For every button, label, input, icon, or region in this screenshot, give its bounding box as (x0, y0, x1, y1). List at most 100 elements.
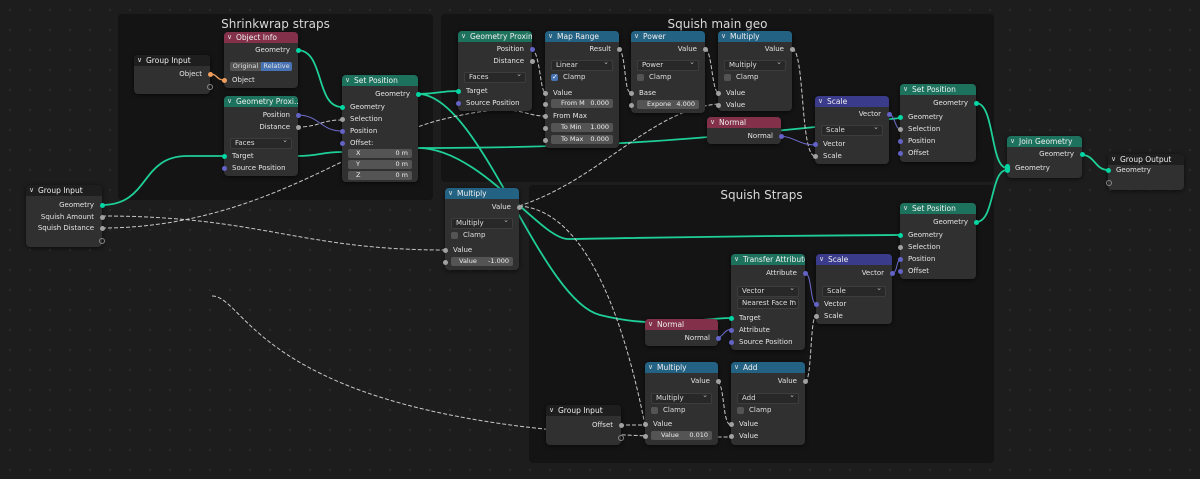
empty-socket[interactable] (98, 237, 105, 244)
operation-dropdown[interactable]: Multiply (651, 391, 712, 404)
operation-dropdown[interactable]: Scale (822, 284, 886, 297)
float-socket[interactable] (542, 90, 548, 96)
operation-dropdown[interactable]: Multiply (451, 216, 513, 229)
vector-socket[interactable] (897, 150, 903, 156)
operation-dropdown[interactable]: Multiply (724, 58, 786, 71)
clamp-checkbox[interactable]: Clamp (737, 406, 771, 415)
node-header[interactable]: Group Input (134, 55, 210, 66)
geometry-socket[interactable] (897, 114, 903, 120)
to-min-field[interactable]: To Min 1.000 (542, 123, 613, 132)
target-element-dropdown[interactable]: Faces (464, 70, 526, 83)
vector-socket[interactable] (339, 128, 345, 134)
vector-socket[interactable] (728, 339, 734, 345)
normal-node[interactable]: Normal Normal (645, 319, 721, 346)
interpolation-dropdown[interactable]: Linear (551, 58, 613, 71)
offset-x-field[interactable]: X0 m (348, 149, 412, 158)
geometry-socket[interactable] (1079, 151, 1085, 157)
value-field[interactable]: Value -1.000 (442, 257, 513, 266)
geometry-socket[interactable] (99, 202, 105, 208)
geometry-socket[interactable] (973, 219, 979, 225)
clamp-checkbox[interactable]: Clamp (651, 406, 685, 415)
node-header[interactable]: Geometry Proxi... (224, 96, 298, 107)
float-socket[interactable] (542, 113, 548, 119)
float-socket[interactable] (812, 153, 818, 159)
empty-socket[interactable] (206, 83, 213, 90)
geometry-socket[interactable] (897, 232, 903, 238)
vector-socket[interactable] (529, 46, 535, 52)
geometry-socket[interactable] (728, 315, 734, 321)
node-header[interactable]: Set Position (342, 75, 418, 86)
geometry-socket[interactable] (1105, 167, 1111, 173)
to-max-field[interactable]: To Max 0.000 (542, 135, 613, 144)
vector-socket[interactable] (728, 327, 734, 333)
clamp-checkbox[interactable]: Clamp (724, 73, 758, 82)
object-socket[interactable] (221, 77, 227, 83)
float-socket[interactable] (618, 422, 624, 428)
float-socket[interactable] (715, 90, 721, 96)
vector-scale-node[interactable]: Scale Vector Scale Vector Scale (812, 96, 892, 164)
math-add-node[interactable]: Add Value Add Clamp Value Value (728, 362, 808, 445)
vector-socket[interactable] (897, 268, 903, 274)
clamp-checkbox[interactable]: Clamp (551, 73, 585, 82)
float-socket[interactable] (442, 259, 448, 265)
group-input-node[interactable]: Group Input Offset (546, 405, 624, 445)
float-socket[interactable] (642, 433, 648, 439)
vector-socket[interactable] (455, 100, 461, 106)
object-socket[interactable] (207, 71, 213, 77)
float-socket[interactable] (442, 247, 448, 253)
math-multiply-node[interactable]: Multiply Value Multiply Clamp Value Valu… (642, 362, 721, 445)
vector-scale-node[interactable]: Scale Vector Scale Vector Scale (813, 254, 895, 324)
bool-socket[interactable] (897, 126, 903, 132)
value-field[interactable]: Value 0.010 (642, 431, 712, 440)
node-header[interactable]: Set Position (900, 84, 976, 95)
vector-socket[interactable] (813, 301, 819, 307)
node-header[interactable]: Multiply (718, 31, 792, 42)
float-socket[interactable] (728, 421, 734, 427)
vector-socket[interactable] (339, 140, 345, 146)
bool-socket[interactable] (339, 116, 345, 122)
float-socket[interactable] (813, 313, 819, 319)
node-header[interactable]: Multiply (645, 362, 718, 373)
geometry-socket[interactable] (415, 91, 421, 97)
group-input-node[interactable]: Group Input Object (134, 55, 213, 94)
vector-socket[interactable] (802, 270, 808, 276)
node-header[interactable]: Add (731, 362, 805, 373)
offset-z-field[interactable]: Z0 m (348, 171, 412, 180)
node-header[interactable]: Map Range (545, 31, 619, 42)
geometry-socket[interactable] (455, 88, 461, 94)
group-input-node[interactable]: Group Input Geometry Squish Amount Squis… (26, 185, 105, 247)
vector-socket[interactable] (812, 141, 818, 147)
math-multiply-node[interactable]: Multiply Value Multiply Clamp Value Valu… (442, 188, 522, 270)
vector-socket[interactable] (778, 133, 784, 139)
float-socket[interactable] (542, 125, 548, 131)
math-multiply-node[interactable]: Multiply Value Multiply Clamp Value Valu… (715, 31, 795, 111)
geometry-proximity-node[interactable]: Geometry Proxi... Position Distance Face… (221, 96, 301, 176)
geometry-multi-socket[interactable] (1004, 163, 1010, 173)
node-header[interactable]: Set Position (900, 203, 976, 214)
normal-node[interactable]: Normal Normal (707, 117, 784, 144)
node-header[interactable]: Group Input (26, 185, 102, 196)
float-socket[interactable] (802, 378, 808, 384)
exponent-field[interactable]: Expone 4.000 (628, 100, 699, 109)
mapping-dropdown[interactable]: Nearest Face In (737, 296, 799, 309)
geometry-socket[interactable] (339, 104, 345, 110)
float-socket[interactable] (542, 101, 548, 107)
set-position-node[interactable]: Set Position Geometry Geometry Selection… (897, 84, 979, 162)
vector-socket[interactable] (221, 165, 227, 171)
geometry-proximity-node[interactable]: Geometry Proxim Position Distance Faces … (455, 31, 535, 111)
node-header[interactable]: Group Input (546, 405, 621, 416)
node-header[interactable]: Geometry Proxim (458, 31, 532, 42)
vector-socket[interactable] (295, 112, 301, 118)
float-socket[interactable] (99, 225, 105, 231)
group-output-node[interactable]: Group Output Geometry (1105, 154, 1184, 190)
geometry-socket[interactable] (973, 100, 979, 106)
node-header[interactable]: Scale (816, 254, 892, 265)
float-socket[interactable] (702, 46, 708, 52)
node-header[interactable]: Group Output (1108, 154, 1184, 165)
float-socket[interactable] (99, 214, 105, 220)
float-socket[interactable] (628, 102, 634, 108)
set-position-node[interactable]: Set Position Geometry Geometry Selection… (897, 203, 979, 279)
float-socket[interactable] (529, 58, 535, 64)
float-socket[interactable] (616, 46, 622, 52)
transfer-attribute-node[interactable]: Transfer Attribute Attribute Vector Near… (728, 254, 808, 350)
